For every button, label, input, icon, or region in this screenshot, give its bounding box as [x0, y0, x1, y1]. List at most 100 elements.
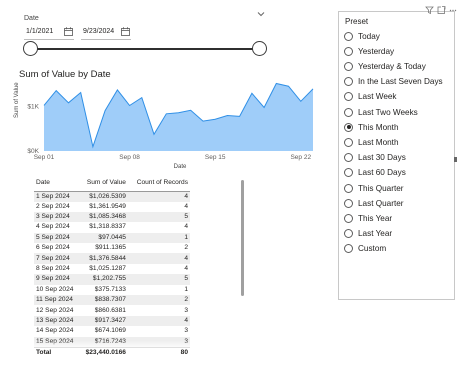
preset-option[interactable]: Last 30 Days: [344, 152, 406, 164]
radio-button-icon[interactable]: [344, 198, 353, 208]
radio-button-icon[interactable]: [344, 61, 353, 71]
table-row[interactable]: 10 Sep 2024 $375.7133 1: [34, 285, 190, 295]
preset-option[interactable]: Custom: [344, 243, 386, 255]
table-header-date[interactable]: Date: [34, 177, 79, 192]
preset-option-label: Last Month: [358, 137, 399, 147]
radio-button-icon[interactable]: [344, 31, 353, 41]
preset-option[interactable]: Today: [344, 30, 380, 42]
table-cell-count: 4: [127, 315, 190, 327]
preset-option-label: Yesterday & Today: [358, 61, 426, 71]
preset-option[interactable]: This Year: [344, 212, 392, 224]
preset-option[interactable]: Last Month: [344, 136, 399, 148]
table-row[interactable]: 9 Sep 2024 $1,202.755 5: [34, 274, 190, 285]
table-row[interactable]: 1 Sep 2024 $1,026.5309 4: [34, 191, 190, 202]
table-cell-date: 5 Sep 2024: [34, 232, 79, 244]
radio-button-icon[interactable]: [344, 137, 353, 147]
table-cell-date: 10 Sep 2024: [36, 285, 74, 293]
radio-button-icon[interactable]: [344, 244, 353, 254]
table-row[interactable]: 12 Sep 2024 $860.6381 3: [34, 305, 190, 315]
table-total-label: Total: [34, 346, 79, 360]
radio-button-icon[interactable]: [344, 92, 353, 102]
preset-option-label: Yesterday: [358, 46, 395, 56]
table-cell-count: 3: [184, 306, 188, 314]
table-header-sum[interactable]: Sum of Value: [78, 177, 128, 192]
preset-option-label: Custom: [358, 244, 387, 254]
calendar-icon[interactable]: [121, 27, 130, 36]
chevron-down-icon[interactable]: [257, 10, 265, 18]
panel-resize-handle[interactable]: [454, 157, 457, 162]
table-cell-sum: $1,026.5309: [78, 191, 128, 202]
table-cell-sum: $917.3427: [78, 315, 128, 327]
table-row[interactable]: 14 Sep 2024 $674.1069 3: [34, 326, 190, 336]
date-range-slider-track[interactable]: [30, 48, 259, 50]
preset-slicer-title: Preset: [345, 17, 369, 26]
filter-icon[interactable]: [425, 6, 434, 15]
table-row[interactable]: 7 Sep 2024 $1,376.5844 4: [34, 253, 190, 264]
preset-option[interactable]: Last 60 Days: [344, 167, 406, 179]
start-date-input[interactable]: 1/1/2021: [24, 25, 74, 40]
table-cell-sum: $1,202.755: [78, 274, 128, 285]
table-cell-sum: $1,025.1287: [89, 265, 126, 273]
date-slicer-title: Date: [24, 15, 39, 22]
table-cell-date: 7 Sep 2024: [34, 253, 79, 264]
end-date-input[interactable]: 9/23/2024: [81, 25, 131, 40]
x-tick-label: Sep 01: [34, 154, 55, 161]
radio-button-icon[interactable]: [344, 183, 353, 193]
start-date-value: 1/1/2021: [26, 28, 54, 35]
table-total-row: Total $23,440.0166 80: [34, 346, 190, 360]
date-range-end-handle[interactable]: [251, 41, 267, 56]
table-total-sum: $23,440.0166: [78, 346, 128, 360]
table-scrollbar[interactable]: [241, 180, 244, 296]
radio-button-icon[interactable]: [344, 153, 353, 163]
radio-button-icon[interactable]: [344, 77, 353, 87]
focus-mode-icon[interactable]: [437, 6, 446, 14]
table-cell-sum: $911.1365: [95, 244, 126, 252]
table-cell-date: 3 Sep 2024: [34, 211, 79, 223]
table-header-count[interactable]: Count of Records: [127, 177, 190, 192]
table-row[interactable]: 13 Sep 2024 $917.3427 4: [34, 315, 190, 327]
calendar-icon[interactable]: [64, 27, 73, 36]
preset-option[interactable]: In the Last Seven Days: [344, 76, 443, 88]
table-row[interactable]: 11 Sep 2024 $838.7307 2: [34, 295, 190, 306]
table-cell-date: 11 Sep 2024: [34, 295, 79, 306]
table-row[interactable]: 6 Sep 2024 $911.1365 2: [34, 243, 190, 253]
table-cell-sum: $1,318.8337: [89, 223, 126, 231]
preset-option[interactable]: This Month: [344, 121, 399, 133]
table-cell-count: 2: [184, 244, 188, 252]
preset-option[interactable]: Last Quarter: [344, 197, 404, 209]
area-line: [43, 82, 314, 149]
preset-option-label: This Year: [358, 213, 393, 223]
table-cell-date: 4 Sep 2024: [36, 223, 70, 231]
radio-button-icon[interactable]: [344, 122, 353, 132]
table-cell-sum: $97.0445: [78, 232, 128, 244]
table-cell-sum: $1,376.5844: [78, 253, 128, 264]
table-row[interactable]: 2 Sep 2024 $1,361.9549 4: [34, 202, 190, 212]
table-row[interactable]: 3 Sep 2024 $1,085.3468 5: [34, 211, 190, 223]
preset-option[interactable]: Yesterday & Today: [344, 60, 426, 72]
preset-option[interactable]: Last Two Weeks: [344, 106, 418, 118]
preset-option[interactable]: Yesterday: [344, 45, 394, 57]
chart-title: Sum of Value by Date: [19, 69, 111, 80]
table-cell-count: 4: [127, 191, 190, 202]
radio-button-icon[interactable]: [344, 229, 353, 239]
date-range-start-handle[interactable]: [22, 41, 38, 56]
table-cell-date: 12 Sep 2024: [36, 306, 74, 314]
table-cell-date: 1 Sep 2024: [34, 191, 79, 202]
table-row[interactable]: 5 Sep 2024 $97.0445 1: [34, 232, 190, 244]
table-row[interactable]: 4 Sep 2024 $1,318.8337 4: [34, 222, 190, 232]
radio-button-icon[interactable]: [344, 107, 353, 117]
preset-option-label: Last 60 Days: [358, 168, 406, 178]
table-row[interactable]: 8 Sep 2024 $1,025.1287 4: [34, 264, 190, 274]
radio-button-icon[interactable]: [344, 46, 353, 56]
table-cell-count: 4: [184, 202, 188, 210]
preset-option[interactable]: Last Week: [344, 91, 397, 103]
radio-button-icon[interactable]: [344, 213, 353, 223]
preset-option[interactable]: Last Year: [344, 228, 392, 240]
table-cell-date: 13 Sep 2024: [34, 315, 79, 327]
radio-button-icon[interactable]: [344, 168, 353, 178]
preset-option[interactable]: This Quarter: [344, 182, 404, 194]
preset-option-label: This Month: [358, 122, 399, 132]
table-cell-count: 4: [127, 253, 190, 264]
table-cell-sum: $674.1069: [94, 327, 126, 335]
more-options-icon[interactable]: [449, 9, 457, 12]
